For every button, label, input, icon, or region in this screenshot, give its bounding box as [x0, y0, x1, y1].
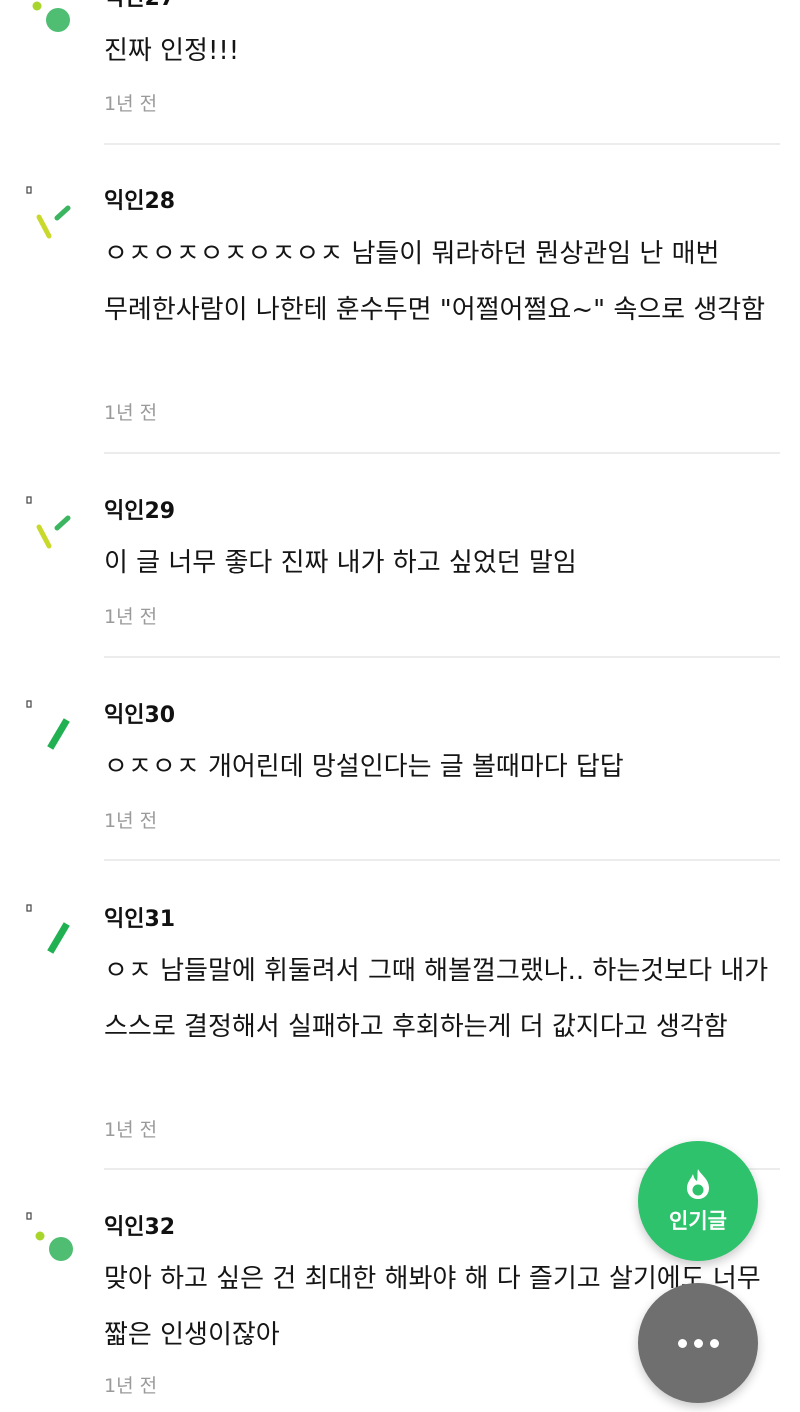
comment-author[interactable]: 익인32 [104, 1213, 175, 1243]
yellow-green-marks-icon [26, 186, 71, 239]
divider [104, 143, 780, 145]
popular-posts-label: 인기글 [669, 1209, 727, 1233]
comment-timestamp: 1년 전 [104, 810, 158, 832]
divider [104, 859, 780, 861]
comment-timestamp: 1년 전 [104, 93, 158, 115]
comment-timestamp: 1년 전 [104, 1375, 158, 1397]
comment-timestamp: 1년 전 [104, 606, 158, 628]
comment-text: ㅇㅈㅇㅈ 개어린데 망설인다는 글 볼때마다 답답 [104, 752, 624, 782]
comment-author[interactable]: 익인27 [104, 0, 175, 14]
comment-timestamp: 1년 전 [104, 402, 158, 424]
comment-text: 이 글 너무 좋다 진짜 내가 하고 싶었던 말임 [104, 548, 577, 578]
comment-text: ㅇㅈㅇㅈㅇㅈㅇㅈㅇㅈ 남들이 뭐라하던 뭔상관임 난 매번 무례한사람이 나한테… [104, 239, 766, 325]
comment-timestamp: 1년 전 [104, 1119, 158, 1141]
green-bar-icon [26, 700, 70, 750]
more-dots-icon [677, 1338, 719, 1348]
yellow-green-marks-icon [26, 496, 71, 549]
divider [104, 452, 780, 454]
green-dot-icon [26, 1212, 73, 1261]
more-options-button[interactable] [638, 1283, 758, 1403]
divider [104, 656, 780, 658]
comment-text: 진짜 인정!!! [104, 36, 240, 66]
green-dot-icon [32, 1, 70, 32]
comment-author[interactable]: 익인30 [104, 701, 175, 731]
comment-author[interactable]: 익인31 [104, 905, 175, 935]
comment-author[interactable]: 익인28 [104, 187, 175, 217]
comment-author[interactable]: 익인29 [104, 497, 175, 527]
comment-text: ㅇㅈ 남들말에 휘둘려서 그때 해볼껄그랬나.. 하는것보다 내가 스스로 결정… [104, 956, 769, 1042]
popular-posts-button[interactable]: 인기글 [638, 1141, 758, 1261]
green-bar-icon [26, 904, 70, 954]
flame-icon [687, 1169, 709, 1199]
